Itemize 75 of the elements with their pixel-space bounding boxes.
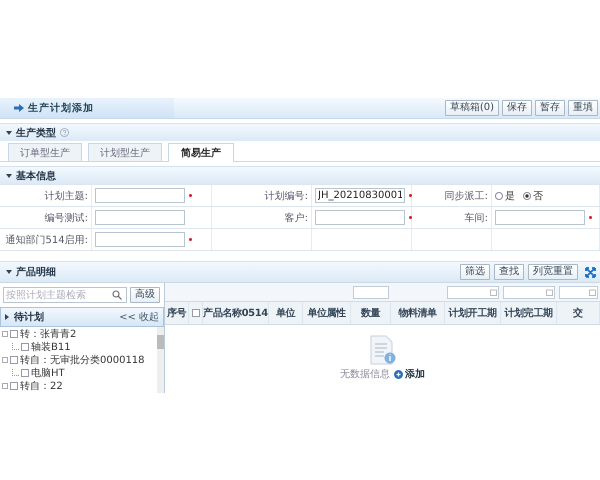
toolbar-button[interactable]: 暂存 — [535, 100, 565, 116]
column-header: 产品名称0514 — [203, 306, 268, 320]
tab[interactable]: 计划型生产 — [88, 143, 162, 161]
date-field[interactable] — [503, 286, 555, 298]
toolbar-button[interactable]: 重填 — [568, 100, 598, 116]
tree-item[interactable]: 转自：无审批分类0000118 — [2, 353, 157, 366]
field-label: 同步派工: — [444, 190, 488, 202]
radio-button[interactable] — [523, 192, 531, 200]
date-field[interactable] — [559, 286, 598, 298]
input-field[interactable] — [95, 210, 185, 225]
input-field[interactable] — [95, 188, 185, 203]
search-icon[interactable] — [112, 290, 122, 300]
section-title: 产品明细 — [16, 266, 56, 279]
required-mark — [189, 238, 192, 241]
radio-label: 是 — [505, 190, 515, 202]
tree-item[interactable]: 转自：22 — [2, 379, 157, 392]
field-label: 通知部门514启用: — [6, 234, 88, 246]
toolbar-button[interactable]: 列宽重置 — [528, 264, 578, 280]
tab[interactable]: 简易生产 — [168, 143, 234, 162]
tab[interactable]: 订单型生产 — [8, 143, 82, 161]
section-title: 基本信息 — [16, 170, 56, 182]
add-icon[interactable] — [394, 370, 403, 378]
tree-item[interactable]: 轴装B11 — [2, 340, 157, 353]
arrow-icon — [14, 104, 24, 112]
column-header: 序号 — [166, 306, 186, 320]
radio-label: 否 — [533, 190, 543, 202]
expand-icon[interactable] — [585, 266, 596, 278]
page-title: 生产计划添加 — [28, 102, 94, 115]
checkbox[interactable] — [10, 330, 18, 338]
required-mark — [589, 216, 592, 219]
column-header: 交 — [573, 306, 583, 320]
column-header: 数量 — [360, 306, 380, 320]
collapse-icon[interactable] — [6, 174, 12, 178]
document-icon — [368, 335, 396, 365]
toolbar-button[interactable]: 查找 — [494, 264, 524, 280]
date-field[interactable] — [447, 286, 499, 298]
scrollbar[interactable] — [157, 327, 164, 393]
field-label: 编号测试: — [44, 212, 88, 224]
input-field[interactable] — [495, 210, 585, 225]
toolbar-button[interactable]: 草稿箱(0) — [444, 100, 499, 116]
checkbox[interactable] — [21, 368, 29, 376]
empty-message: 无数据信息 — [340, 368, 390, 381]
required-mark — [409, 216, 412, 219]
input-field[interactable] — [315, 210, 405, 225]
checkbox[interactable] — [192, 309, 200, 317]
checkbox[interactable] — [10, 356, 18, 364]
checkbox[interactable] — [10, 382, 18, 390]
expand-arrow-icon[interactable] — [5, 314, 9, 320]
collapse-icon[interactable] — [6, 130, 12, 134]
input-field[interactable] — [95, 232, 185, 247]
checkbox[interactable] — [21, 342, 29, 350]
section-title: 生产类型 — [16, 126, 56, 140]
required-mark — [409, 194, 412, 197]
field-label: 计划主题: — [44, 190, 88, 202]
column-header: 物料清单 — [398, 306, 437, 320]
toolbar-button[interactable]: 保存 — [502, 100, 532, 116]
required-mark — [189, 194, 192, 197]
help-icon[interactable] — [60, 128, 69, 137]
advanced-button[interactable]: 高级 — [130, 287, 160, 303]
tree-item[interactable]: 转：张青青2 — [2, 327, 157, 340]
field-label: 车间: — [464, 212, 488, 224]
collapse-icon[interactable] — [6, 270, 12, 274]
tree-item[interactable]: 电脑HT — [2, 366, 157, 379]
field-label: 客户: — [284, 212, 308, 224]
collapse-link[interactable]: << 收起 — [119, 310, 159, 324]
panel-title: 待计划 — [14, 310, 44, 324]
column-header: 计划开工期 — [448, 306, 496, 320]
filter-field[interactable] — [353, 286, 389, 298]
field-label: 计划编号: — [264, 190, 308, 202]
column-header: 单位 — [276, 306, 296, 320]
toolbar-button[interactable]: 筛选 — [460, 264, 490, 280]
column-header: 单位属性 — [307, 306, 346, 320]
add-link[interactable]: 添加 — [394, 367, 425, 381]
column-header: 计划完工期 — [504, 306, 552, 320]
radio-button[interactable] — [495, 192, 503, 200]
